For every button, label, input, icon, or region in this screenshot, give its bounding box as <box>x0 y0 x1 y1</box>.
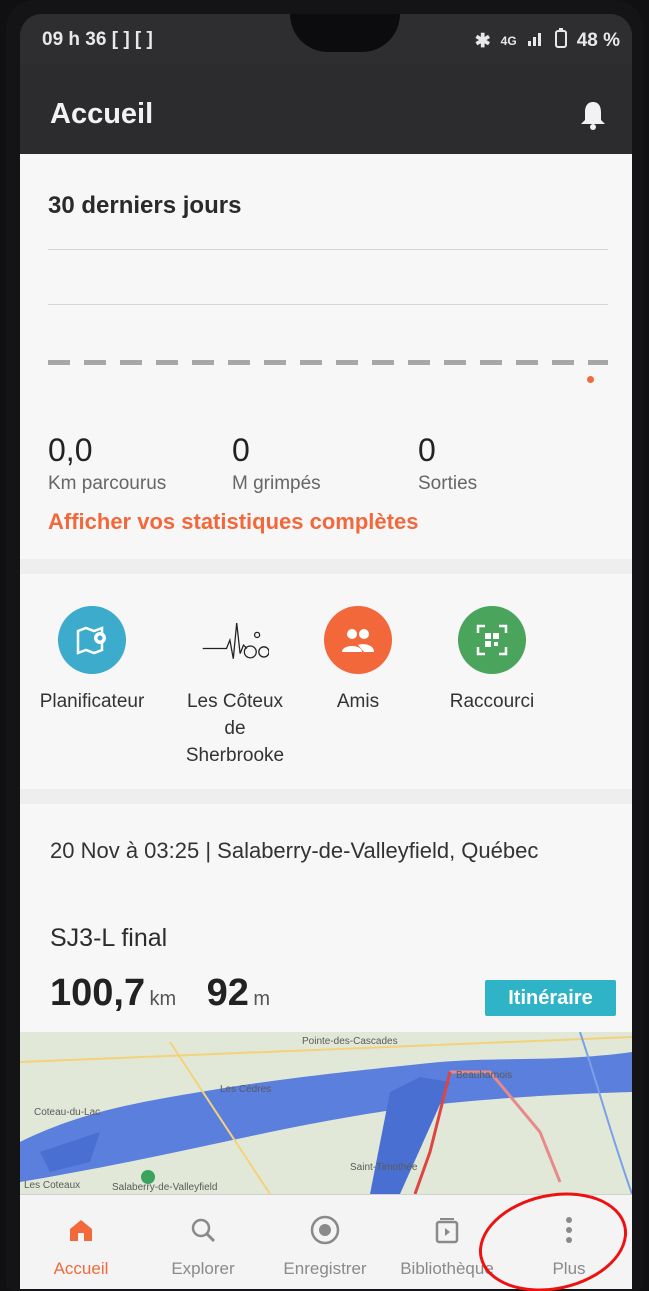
search-icon <box>142 1213 264 1247</box>
shortcut-planner[interactable]: Planificateur <box>22 606 162 715</box>
battery-percent: 48 % <box>576 30 620 51</box>
battery-icon <box>554 28 567 54</box>
home-icon <box>20 1213 142 1247</box>
status-bar: 09 h 36 [ ] [ ] ✱ 4G 48 % <box>20 14 632 64</box>
stats-title: 30 derniers jours <box>48 192 242 219</box>
nav-explore-label: Explorer <box>171 1259 235 1278</box>
record-icon <box>264 1213 386 1247</box>
map-label: Beauharnois <box>456 1070 513 1081</box>
signal-type: 4G <box>500 34 517 48</box>
activity-name: SJ3-L final <box>50 924 168 952</box>
activity-stats: 100,7 km 92 m <box>50 972 296 1015</box>
shortcut-friends-label: Amis <box>336 691 380 712</box>
activity-meta: 20 Nov à 03:25 | Salaberry-de-Valleyfiel… <box>50 838 539 863</box>
nav-record[interactable]: Enregistrer <box>264 1213 386 1279</box>
shortcut-qr[interactable]: Raccourci <box>422 606 562 715</box>
shortcut-planner-label: Planificateur <box>39 691 145 712</box>
nav-explore[interactable]: Explorer <box>142 1213 264 1279</box>
app-bar: Accueil <box>20 64 632 154</box>
activity-map[interactable]: Pointe-des-Cascades Les Cèdres Coteau-du… <box>20 1032 632 1194</box>
shortcut-qr-label: Raccourci <box>449 691 535 712</box>
activity-card[interactable]: 20 Nov à 03:25 | Salaberry-de-Valleyfiel… <box>20 804 632 1194</box>
friends-icon <box>324 606 392 674</box>
nav-home-label: Accueil <box>53 1259 109 1278</box>
stat-rides: 0 Sorties <box>418 432 477 495</box>
home-content: 30 derniers jours 0,0 Km parcourus 0 M g… <box>20 154 632 1194</box>
stat-climb-label: M grimpés <box>232 473 321 494</box>
screen: 09 h 36 [ ] [ ] ✱ 4G 48 % Accueil 30 der… <box>20 14 632 1289</box>
activity-distance-unit: km <box>149 988 177 1010</box>
chart-gridline <box>48 304 608 305</box>
map-pin-icon <box>58 606 126 674</box>
stat-climb-value: 0 <box>232 432 250 468</box>
status-icons: ✱ 4G 48 % <box>475 28 620 54</box>
map-label: Les Cèdres <box>220 1084 272 1095</box>
bell-icon[interactable] <box>580 100 606 130</box>
nav-record-label: Enregistrer <box>283 1259 367 1278</box>
stat-rides-value: 0 <box>418 432 436 468</box>
stat-distance-value: 0,0 <box>48 432 93 468</box>
activity-elevation-value: 92 <box>206 972 249 1014</box>
map-label: Coteau-du-Lac <box>34 1107 101 1118</box>
qr-code-icon <box>458 606 526 674</box>
stat-climb: 0 M grimpés <box>232 432 321 495</box>
phone-frame: 09 h 36 [ ] [ ] ✱ 4G 48 % Accueil 30 der… <box>6 0 643 1291</box>
activity-distance-value: 100,7 <box>50 972 146 1014</box>
map-label: Pointe-des-Cascades <box>302 1036 398 1047</box>
shortcut-friends[interactable]: Amis <box>288 606 428 715</box>
nav-home[interactable]: Accueil <box>20 1213 142 1279</box>
page-title: Accueil <box>50 98 154 130</box>
route-button[interactable]: Itinéraire <box>485 980 616 1016</box>
stat-distance: 0,0 Km parcourus <box>48 432 166 495</box>
shortcuts-card: Planificateur Les Côteux de Sherbrooke A… <box>20 574 632 789</box>
camera-notch <box>290 14 400 52</box>
map-label: Salaberry-de-Valleyfield <box>112 1182 218 1193</box>
current-day-marker <box>587 376 594 383</box>
bluetooth-icon: ✱ <box>474 30 491 52</box>
full-stats-link[interactable]: Afficher vos statistiques complètes <box>48 509 418 535</box>
status-time: 09 h 36 [ ] [ ] <box>42 29 153 50</box>
stats-card: 30 derniers jours 0,0 Km parcourus 0 M g… <box>20 154 632 559</box>
map-label: Les Coteaux <box>24 1180 81 1191</box>
shortcut-club-label: Les Côteux de Sherbrooke <box>185 691 285 766</box>
cyclist-heartbeat-logo <box>201 606 269 674</box>
shortcut-club[interactable]: Les Côteux de Sherbrooke <box>165 606 305 769</box>
stat-distance-label: Km parcourus <box>48 473 167 494</box>
map-label: Saint-Timothée <box>350 1162 418 1173</box>
stat-rides-label: Sorties <box>418 473 478 494</box>
chart-baseline <box>48 360 608 365</box>
signal-icon <box>527 30 545 52</box>
chart-gridline <box>48 249 608 250</box>
map-graphic <box>20 1032 632 1194</box>
activity-elevation-unit: m <box>253 988 271 1010</box>
